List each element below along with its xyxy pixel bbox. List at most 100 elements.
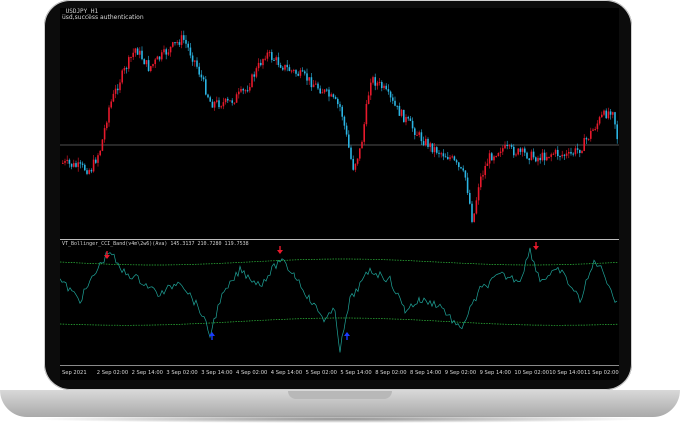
candle-body [183,35,185,40]
cci-indicator-chart[interactable] [60,240,619,365]
candle-body [328,89,330,97]
price-chart-area[interactable] [60,8,619,239]
candle-body [288,67,291,71]
candle-body [227,98,229,101]
candle-body [257,62,260,69]
candle-body [568,151,570,154]
candle-body [121,70,123,83]
candle-body [491,153,493,161]
candle-body [473,213,475,222]
candle-body [106,122,108,129]
candle-body [552,153,555,155]
candle-body [381,82,383,89]
candle-body [73,163,75,167]
candle-body [180,35,183,45]
candle-body [295,70,297,74]
candle-body [429,143,431,147]
candle-body [356,158,359,164]
candle-body [590,130,592,139]
candle-body [90,170,93,172]
candle-body [480,176,482,188]
candle-body [383,85,385,89]
candle-body [62,162,64,164]
candle-body [143,59,145,65]
candle-body [466,177,469,193]
candle-body [458,162,460,168]
candle-body [202,77,205,80]
candle-body [407,117,409,119]
time-tick-label: 5 Sep 14:00 [340,370,372,376]
candle-body [242,88,244,91]
candle-body [211,101,214,108]
candle-body [312,84,315,88]
candle-body [535,157,537,162]
candle-body [370,82,372,96]
candle-body [510,145,513,147]
candle-body [427,138,429,147]
time-tick-label: 9 Sep 14:00 [479,370,511,376]
candle-body [249,87,251,91]
candle-body [570,151,572,154]
candle-body [251,74,253,88]
candle-body [246,90,249,92]
candle-body [471,203,473,222]
candle-body [601,114,603,118]
trading-chart-screen[interactable]: _USDJPY_H1 usd,success authentication VT… [60,8,619,380]
candle-body [308,77,310,81]
candle-body [598,117,601,124]
buy-signal-arrow [344,332,350,340]
candle-body [592,129,594,131]
candle-body [75,163,77,167]
candle-body [125,67,128,69]
candle-body [574,148,577,155]
candle-body [310,77,313,88]
candle-body [394,100,396,106]
candle-body [244,90,247,92]
candle-body [282,67,284,70]
candle-body [220,106,222,108]
candle-body [339,104,341,107]
candle-body [165,49,167,55]
time-axis: Sep 2021 2 Sep 02:00 2 Sep 14:00 3 Sep 02:0… [60,365,619,380]
time-tick-label: 4 Sep 02:00 [236,370,268,376]
candle-body [174,42,176,44]
candle-body [134,48,137,53]
candle-body [345,125,348,135]
candle-body [70,163,73,167]
candle-body [297,73,299,76]
candle-body [565,153,568,156]
candle-body [136,48,139,55]
candle-body [352,158,354,170]
candle-body [484,165,486,176]
candle-body [194,60,196,62]
candle-body [451,156,453,158]
candle-body [537,157,539,162]
candle-body [442,153,445,157]
candle-body [596,123,599,130]
candle-body [337,98,339,105]
candle-body [114,88,117,94]
cci-line [60,247,618,353]
sell-signal-arrow [277,246,283,254]
indicator-pane[interactable] [60,240,619,365]
time-tick-label: 3 Sep 02:00 [166,370,198,376]
candle-body [185,39,187,44]
candle-body [385,85,387,90]
candle-body [603,110,605,115]
candle-body [66,159,68,161]
candle-body [521,148,524,152]
candle-body [317,83,319,89]
candle-body [95,159,97,163]
time-tick-label: 8 Sep 14:00 [410,370,442,376]
candle-body [213,101,216,108]
candle-body [438,152,440,154]
candlestick-chart[interactable] [60,8,619,239]
candle-body [378,82,381,84]
candle-body [526,152,528,159]
time-tick-label: 4 Sep 14:00 [270,370,303,376]
candle-body [477,187,480,201]
candle-body [301,70,304,72]
candle-body [167,52,170,55]
candle-body [84,164,86,171]
candle-body [497,152,500,157]
